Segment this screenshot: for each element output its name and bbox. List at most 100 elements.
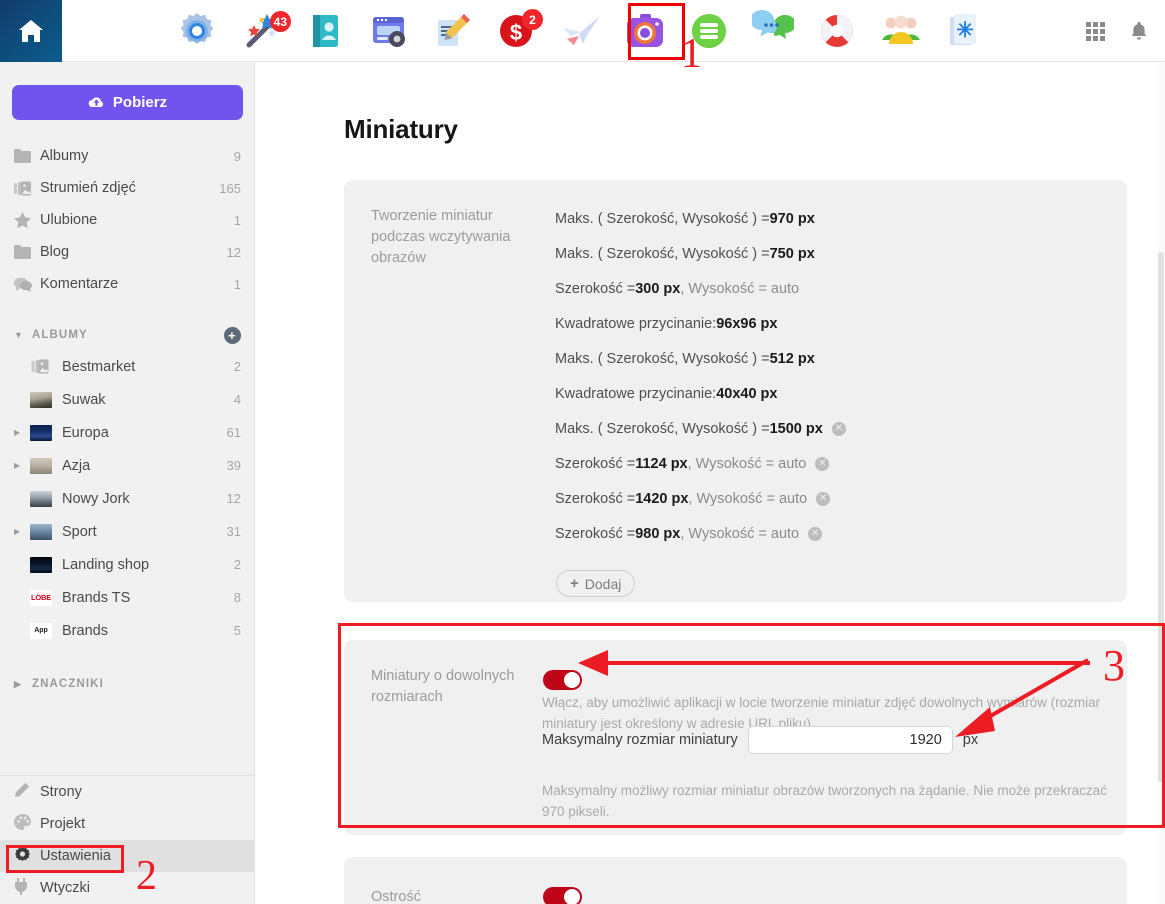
sidebar-item-count: 165 [219,180,241,196]
sharpness-toggle[interactable] [543,887,582,904]
album-item-label: Sport [62,523,97,540]
album-item-brands-ts[interactable]: LÖBE Brands TS 8 [0,581,254,614]
dollar-billing-icon[interactable]: $ 2 [495,9,543,53]
album-thumbnail [30,523,52,540]
notification-bell-icon[interactable] [1129,20,1149,42]
home-button[interactable] [0,0,62,62]
sidebar-item-strony[interactable]: Strony [0,776,254,808]
album-item-azja[interactable]: ▶ Azja 39 [0,449,254,482]
album-thumbnail [30,359,52,375]
sidebar-item-count: 12 [226,244,241,260]
sidebar-item-label: Wtyczki [40,880,90,896]
home-icon [19,20,43,42]
preset-row: Szerokość = 1124 px, Wysokość = auto ✕ [555,446,846,481]
album-item-nowy-jork[interactable]: Nowy Jork 12 [0,482,254,515]
preset-value: 1124 px [635,455,688,472]
album-item-europa[interactable]: ▶ Europa 61 [0,416,254,449]
album-item-suwak[interactable]: Suwak 4 [0,383,254,416]
add-preset-label: Dodaj [584,575,622,592]
album-item-count: 5 [233,623,241,638]
window-settings-icon[interactable] [367,9,411,53]
app-root: 43 $ 2 ✳ Pobierz Albumy 9 Strumień zdjęć… [0,0,1165,904]
preset-value: 750 px [769,245,815,262]
preset-text: Szerokość = [555,490,636,507]
preset-row: Maks. ( Szerokość, Wysokość ) = 1500 px ✕ [555,411,846,446]
apps-grid-icon[interactable] [1086,21,1105,41]
add-preset-button[interactable]: + Dodaj [556,570,636,597]
pencil-icon [14,782,40,802]
preset-row: Kwadratowe przycinanie: 96x96 px [555,306,846,341]
preset-value: 1420 px [635,490,689,507]
remove-preset-icon[interactable]: ✕ [816,491,831,506]
magic-wand-icon[interactable]: 43 [239,9,291,53]
remove-preset-icon[interactable]: ✕ [831,421,846,436]
sidebar-item-projekt[interactable]: Projekt [0,808,254,840]
sidebar-item-label: Ulubione [40,212,98,228]
chevron-right-icon[interactable]: ▶ [14,428,30,437]
thumbnails-settings-card: Tworzenie miniatur podczas wczytywania o… [344,180,1127,602]
toolbar-right-actions [1086,0,1149,62]
sidebar-item-label: Strony [40,784,82,800]
preset-suffix: , Wysokość = auto [680,525,800,542]
album-item-brands[interactable]: App Brands 5 [0,614,254,647]
palette-icon [14,813,40,834]
sidebar-section-albumy[interactable]: ▼ ALBUMY + [0,320,254,350]
chevron-right-icon: ▶ [14,678,23,689]
edit-note-icon[interactable] [431,9,475,53]
folder-icon [14,149,40,163]
preset-row: Maks. ( Szerokość, Wysokość ) = 750 px [555,236,846,271]
preset-value: 40x40 px [716,385,778,402]
sidebar-item-albumy[interactable]: Albumy 9 [0,140,254,172]
preset-suffix: , Wysokość = auto [687,455,807,472]
annotation-marker-2: 2 [136,853,157,899]
annotation-marker-1: 1 [681,31,702,77]
album-item-label: Landing shop [62,556,150,573]
preset-value: 980 px [635,525,681,542]
chevron-right-icon[interactable]: ▶ [14,527,30,536]
preset-row: Kwadratowe przycinanie: 40x40 px [555,376,846,411]
download-button[interactable]: Pobierz [12,85,243,120]
toolbar-app-icons: 43 $ 2 ✳ [175,0,987,62]
folder-icon [14,245,40,259]
preset-text: Maks. ( Szerokość, Wysokość ) = [555,245,770,262]
sidebar-section-znaczniki[interactable]: ▶ ZNACZNIKI [0,669,254,699]
svg-text:$: $ [510,20,522,45]
cloud-download-icon [88,97,103,107]
sidebar-item-strumien-zdjec[interactable]: Strumień zdjęć 165 [0,172,254,204]
preset-text: Maks. ( Szerokość, Wysokość ) = [555,210,770,227]
album-item-sport[interactable]: ▶ Sport 31 [0,515,254,548]
preset-row: Szerokość = 300 px, Wysokość = auto [555,271,846,306]
album-item-label: Nowy Jork [62,490,130,507]
preset-text: Szerokość = [555,525,636,542]
album-item-bestmarket[interactable]: Bestmarket 2 [0,350,254,383]
lifebuoy-support-icon[interactable] [815,9,859,53]
contacts-book-icon[interactable] [303,9,347,53]
sidebar-item-count: 1 [233,276,241,292]
sidebar-item-blog[interactable]: Blog 12 [0,236,254,268]
sidebar: Pobierz Albumy 9 Strumień zdjęć 165 Ulub… [0,62,255,904]
sidebar-item-ulubione[interactable]: Ulubione 1 [0,204,254,236]
remove-preset-icon[interactable]: ✕ [808,526,823,541]
preset-value: 512 px [769,350,815,367]
album-item-count: 4 [233,392,241,407]
users-group-icon[interactable] [879,9,923,53]
camera-photos-icon[interactable] [623,9,667,53]
chevron-right-icon[interactable]: ▶ [14,461,30,470]
settings-gear-icon[interactable] [175,9,219,53]
sidebar-item-wtyczki[interactable]: Wtyczki [0,872,254,904]
album-item-landing-shop[interactable]: Landing shop 2 [0,548,254,581]
paper-plane-send-icon[interactable] [559,9,603,53]
sidebar-item-label: Strumień zdjęć [40,180,136,196]
document-star-icon[interactable]: ✳ [943,9,987,53]
album-item-label: Brands [62,622,108,639]
chat-bubbles-icon[interactable] [751,9,795,53]
remove-preset-icon[interactable]: ✕ [815,456,830,471]
plus-circle-icon[interactable]: + [224,326,241,344]
annotation-box-ustawienia [6,845,124,873]
thumbnail-preset-list: Maks. ( Szerokość, Wysokość ) = 970 px M… [555,201,846,551]
chevron-down-icon: ▼ [14,330,25,340]
sidebar-item-komentarze[interactable]: Komentarze 1 [0,268,254,300]
album-thumbnail [30,391,52,408]
album-thumbnail [30,556,52,573]
download-button-label: Pobierz [112,94,168,111]
